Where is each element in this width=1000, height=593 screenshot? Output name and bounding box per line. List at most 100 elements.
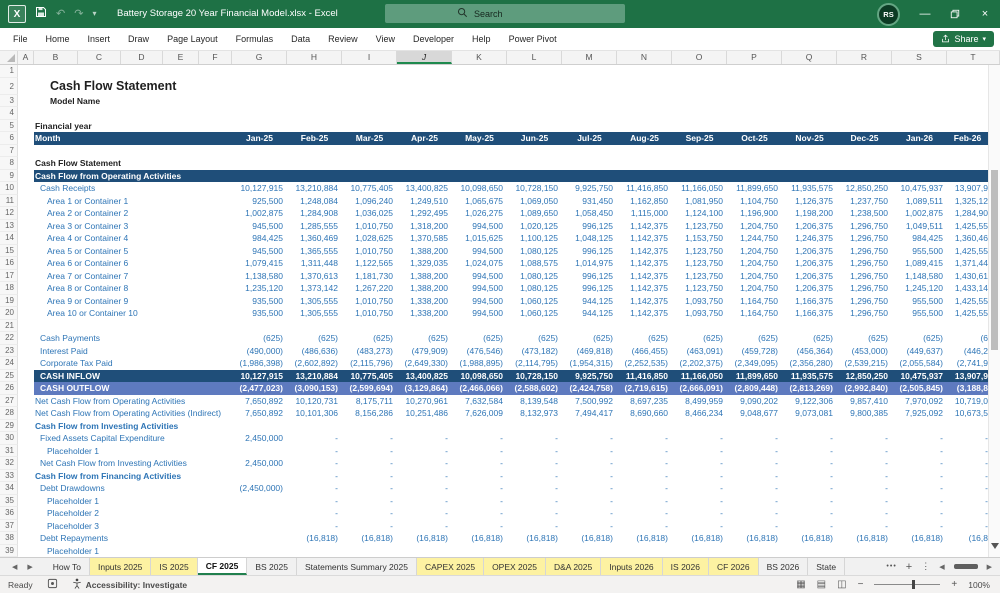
cell[interactable]: -	[342, 457, 397, 470]
cell[interactable]: (1,988,895)	[452, 357, 507, 370]
cell[interactable]: 996,125	[562, 282, 617, 295]
cell[interactable]: Area 9 or Container 9	[34, 295, 232, 308]
share-button[interactable]: Share ▾	[933, 31, 994, 47]
cell[interactable]: -	[672, 457, 727, 470]
cell[interactable]: 1,206,375	[782, 245, 837, 258]
cell[interactable]: -	[397, 470, 452, 483]
cell[interactable]: 984,425	[232, 232, 287, 245]
cell[interactable]: 9,090,202	[727, 395, 782, 408]
row-header-4[interactable]: 4	[0, 107, 18, 120]
menu-tab-data[interactable]: Data	[282, 28, 319, 50]
row-header-37[interactable]: 37	[0, 519, 18, 532]
cell[interactable]: -	[892, 520, 947, 533]
cell[interactable]: 1,204,750	[727, 257, 782, 270]
cell[interactable]: 1,296,750	[837, 220, 892, 233]
cell[interactable]	[18, 170, 34, 183]
cell[interactable]: 994,500	[452, 282, 507, 295]
cell[interactable]: -	[892, 507, 947, 520]
cell[interactable]: 1,296,750	[837, 270, 892, 283]
cell[interactable]: (469,818)	[562, 345, 617, 358]
cell[interactable]: (1,986,398)	[232, 357, 287, 370]
column-header-E[interactable]: E	[163, 51, 199, 64]
cell[interactable]: -	[507, 507, 562, 520]
cell[interactable]: -	[562, 470, 617, 483]
row-header-29[interactable]: 29	[0, 419, 18, 432]
sheet-tab-is-2025[interactable]: IS 2025	[151, 558, 198, 575]
cell[interactable]	[34, 107, 232, 120]
cell[interactable]: (453,000)	[837, 345, 892, 358]
cell[interactable]: (2,666,091)	[672, 382, 727, 395]
cell[interactable]: (16,818)	[287, 532, 342, 545]
cell[interactable]	[18, 445, 34, 458]
cell[interactable]: 10,719,0	[947, 395, 988, 408]
row-header-13[interactable]: 13	[0, 219, 18, 232]
cell[interactable]: 1,206,375	[782, 257, 837, 270]
menu-tab-developer[interactable]: Developer	[404, 28, 463, 50]
menu-tab-file[interactable]: File	[4, 28, 37, 50]
cell[interactable]	[18, 407, 34, 420]
cell[interactable]: -	[452, 457, 507, 470]
cell[interactable]: -	[342, 470, 397, 483]
cell[interactable]: -	[452, 470, 507, 483]
cell[interactable]: -	[397, 432, 452, 445]
menu-tab-power-pivot[interactable]: Power Pivot	[500, 28, 566, 50]
cell[interactable]	[18, 432, 34, 445]
cell[interactable]: 1,142,375	[617, 245, 672, 258]
column-header-D[interactable]: D	[121, 51, 163, 64]
column-header-F[interactable]: F	[199, 51, 232, 64]
row-header-15[interactable]: 15	[0, 244, 18, 257]
cell[interactable]: 1,014,975	[562, 257, 617, 270]
cell[interactable]: 10,775,405	[342, 182, 397, 195]
row-header-11[interactable]: 11	[0, 194, 18, 207]
cell[interactable]: Area 4 or Container 4	[34, 232, 232, 245]
row-header-26[interactable]: 26	[0, 382, 18, 395]
cell[interactable]: Cash Flow Statement	[34, 157, 232, 170]
cell[interactable]: (3,090,153)	[287, 382, 342, 395]
cell[interactable]: (476,546)	[452, 345, 507, 358]
row-header-38[interactable]: 38	[0, 532, 18, 545]
cell[interactable]: (625)	[397, 332, 452, 345]
cell[interactable]	[34, 145, 232, 158]
cell[interactable]: 1,237,750	[837, 195, 892, 208]
sheet-tab-opex-2025[interactable]: OPEX 2025	[484, 558, 546, 575]
cell[interactable]: 1,235,120	[232, 282, 287, 295]
cell[interactable]	[232, 470, 287, 483]
row-header-8[interactable]: 8	[0, 157, 18, 170]
sheet-tab-bs-2026[interactable]: BS 2026	[759, 558, 809, 575]
cell[interactable]: Cash Flow Statement	[34, 78, 232, 95]
cell[interactable]: 1,204,750	[727, 220, 782, 233]
cell[interactable]: -	[397, 520, 452, 533]
cell[interactable]: 10,101,306	[287, 407, 342, 420]
cell[interactable]: -	[507, 495, 562, 508]
cell[interactable]: (16,818)	[507, 532, 562, 545]
cell[interactable]: May-25	[452, 132, 507, 145]
cell[interactable]: 1,325,12	[947, 195, 988, 208]
cell[interactable]: 8,466,234	[672, 407, 727, 420]
cell[interactable]: 1,142,375	[617, 232, 672, 245]
row-header-10[interactable]: 10	[0, 182, 18, 195]
cell[interactable]: (16,8	[947, 532, 988, 545]
cell[interactable]: 1,246,375	[782, 232, 837, 245]
cell[interactable]: 1,430,61	[947, 270, 988, 283]
sheet-tab-cf-2025[interactable]: CF 2025	[197, 558, 248, 575]
cell[interactable]: 1,010,750	[342, 307, 397, 320]
cell[interactable]: 1,388,200	[397, 282, 452, 295]
cell[interactable]: (2,741,9	[947, 357, 988, 370]
cell[interactable]: Jun-25	[507, 132, 562, 145]
cell[interactable]	[18, 157, 34, 170]
cell[interactable]: Oct-25	[727, 132, 782, 145]
cell[interactable]: (2,424,758)	[562, 382, 617, 395]
cell[interactable]: -	[397, 445, 452, 458]
cell[interactable]: Apr-25	[397, 132, 452, 145]
cell[interactable]: (16,818)	[617, 532, 672, 545]
cell[interactable]: 10,251,486	[397, 407, 452, 420]
cell[interactable]: 1,360,46	[947, 232, 988, 245]
cell[interactable]: (2,356,280)	[782, 357, 837, 370]
cell[interactable]: -	[782, 495, 837, 508]
cell[interactable]: (2,602,892)	[287, 357, 342, 370]
cell[interactable]: Financial year	[34, 120, 232, 133]
cell[interactable]: -	[342, 445, 397, 458]
cell[interactable]: 10,728,150	[507, 182, 562, 195]
cell[interactable]: -	[947, 457, 988, 470]
cell[interactable]: 1,115,000	[617, 207, 672, 220]
